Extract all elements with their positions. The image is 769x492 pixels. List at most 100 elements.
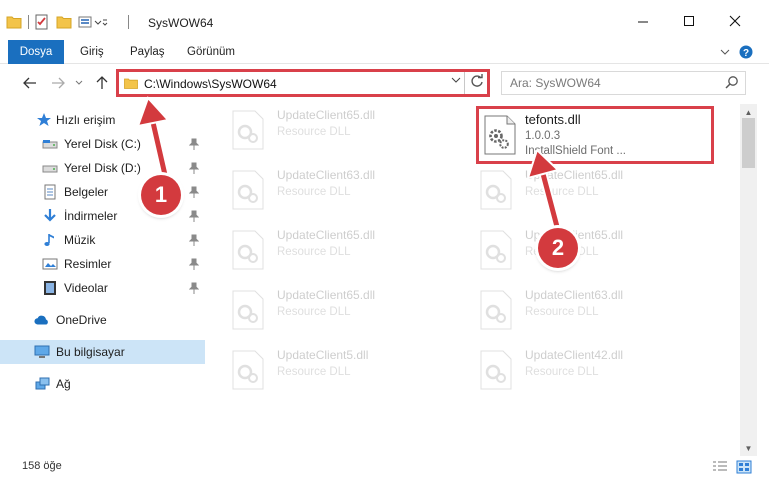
tab-file[interactable]: Dosya [8, 40, 64, 64]
file-item[interactable]: UpdateClient5.dll Resource DLL [215, 344, 447, 396]
dll-file-icon [480, 350, 512, 390]
step-badge-2: 2 [538, 228, 578, 268]
tab-share[interactable]: Paylaş [130, 40, 165, 64]
window-title: SysWOW64 [148, 16, 214, 30]
pin-icon[interactable] [189, 138, 199, 150]
sidebar-item-label: OneDrive [56, 313, 107, 327]
sidebar-item-network[interactable]: Ağ [0, 372, 205, 396]
close-button[interactable] [712, 6, 758, 36]
pin-icon[interactable] [189, 258, 199, 270]
properties-icon[interactable] [34, 13, 50, 31]
maximize-button[interactable] [666, 6, 712, 36]
ribbon-tabs: Dosya Giriş Paylaş Görünüm ? [0, 40, 769, 64]
sidebar-item-label: Belgeler [64, 185, 109, 199]
sidebar-item-label: Ağ [56, 377, 71, 391]
dll-file-icon [480, 170, 512, 210]
search-placeholder: Ara: SysWOW64 [510, 76, 601, 90]
file-item[interactable]: UpdateClient42.dll Resource DLL [463, 344, 695, 396]
pin-icon[interactable] [189, 234, 199, 246]
svg-text:?: ? [743, 48, 749, 59]
dll-settings-file-icon [484, 115, 516, 155]
address-path[interactable]: C:\Windows\SysWOW64 [144, 77, 277, 91]
folder-icon [6, 13, 22, 31]
file-type: Resource DLL [277, 186, 351, 198]
dll-file-icon [232, 290, 264, 330]
file-type: Resource DLL [277, 126, 351, 138]
network-icon [34, 376, 50, 392]
minimize-button[interactable] [620, 6, 666, 36]
sidebar-item-music[interactable]: Müzik [0, 228, 205, 252]
back-arrow-icon[interactable] [20, 73, 40, 93]
sidebar-item-label: Resimler [64, 257, 112, 271]
file-item[interactable]: UpdateClient65.dll Resource DLL [215, 224, 447, 276]
file-name: UpdateClient65.dll [277, 288, 376, 302]
file-name: UpdateClient65.dll [277, 228, 376, 242]
download-arrow-icon [42, 208, 58, 224]
computer-icon [34, 344, 50, 360]
highlighted-file-item[interactable]: tefonts.dll 1.0.0.3 InstallShield Font .… [476, 106, 714, 164]
sidebar-item-onedrive[interactable]: OneDrive [0, 308, 205, 332]
dll-file-icon [232, 350, 264, 390]
file-item[interactable]: UpdateClient65.dll Resource DLL [215, 104, 447, 156]
sidebar-item-pictures[interactable]: Resimler [0, 252, 205, 276]
expand-ribbon-icon[interactable] [718, 44, 732, 60]
recent-locations-icon[interactable] [72, 73, 86, 93]
sidebar-item-videos[interactable]: Videolar [0, 276, 205, 300]
folder-icon [124, 78, 138, 89]
file-list: UpdateClient65.dll Resource DLL UpdateCl… [215, 104, 740, 454]
sidebar-item-label: İndirmeler [64, 209, 118, 223]
search-icon[interactable] [725, 75, 739, 92]
pin-icon[interactable] [189, 186, 199, 198]
music-note-icon [42, 232, 58, 248]
drive-icon [42, 136, 58, 152]
video-film-icon [42, 280, 58, 296]
file-name: UpdateClient65.dll [277, 108, 376, 122]
file-name: UpdateClient5.dll [277, 348, 369, 362]
file-name: UpdateClient63.dll [277, 168, 376, 182]
sidebar-item-label: Hızlı erişim [56, 113, 116, 127]
file-type: Resource DLL [525, 366, 599, 378]
divider [464, 72, 465, 94]
search-input[interactable]: Ara: SysWOW64 [501, 71, 746, 95]
file-item[interactable]: UpdateClient63.dll Resource DLL [463, 284, 695, 336]
chevron-down-icon[interactable] [451, 75, 461, 87]
pin-icon[interactable] [189, 162, 199, 174]
forward-arrow-icon[interactable] [48, 73, 68, 93]
file-item[interactable]: UpdateClient65.dll Resource DLL [215, 284, 447, 336]
sidebar-item-label: Müzik [64, 233, 96, 247]
pictures-icon [42, 256, 58, 272]
tab-home[interactable]: Giriş [80, 40, 104, 64]
new-folder-icon[interactable] [56, 13, 72, 31]
step-badge-1: 1 [141, 175, 181, 215]
refresh-icon[interactable] [470, 74, 484, 91]
dll-file-icon [232, 170, 264, 210]
sidebar-item-this-pc[interactable]: Bu bilgisayar [0, 340, 205, 364]
customize-toolbar-icon[interactable] [78, 13, 108, 31]
dll-file-icon [232, 110, 264, 150]
file-version: 1.0.0.3 [525, 130, 561, 142]
up-arrow-icon[interactable] [92, 73, 112, 93]
dll-file-icon [480, 230, 512, 270]
scroll-down-arrow-icon[interactable]: ▼ [740, 440, 757, 456]
sidebar-item-label: Bu bilgisayar [56, 345, 125, 359]
separator-icon [128, 13, 129, 31]
drive-icon [42, 160, 58, 176]
tab-view[interactable]: Görünüm [187, 40, 235, 64]
pin-icon[interactable] [189, 282, 199, 294]
scrollbar-thumb[interactable] [742, 118, 755, 168]
address-bar[interactable]: C:\Windows\SysWOW64 [116, 69, 490, 97]
help-icon[interactable]: ? [738, 44, 754, 60]
file-type: Resource DLL [277, 306, 351, 318]
navigation-bar: C:\Windows\SysWOW64 Ara: SysWOW64 [0, 64, 769, 102]
file-type: Resource DLL [277, 246, 351, 258]
cloud-icon [34, 312, 50, 328]
file-item[interactable]: UpdateClient63.dll Resource DLL [215, 164, 447, 216]
item-count: 158 öğe [22, 460, 62, 472]
vertical-scrollbar[interactable]: ▲ ▼ [740, 104, 757, 456]
documents-icon [42, 184, 58, 200]
sidebar-item-label: Videolar [64, 281, 108, 295]
details-view-icon[interactable] [712, 460, 728, 474]
title-bar: SysWOW64 [0, 0, 769, 40]
pin-icon[interactable] [189, 210, 199, 222]
large-icons-view-icon[interactable] [736, 460, 752, 474]
